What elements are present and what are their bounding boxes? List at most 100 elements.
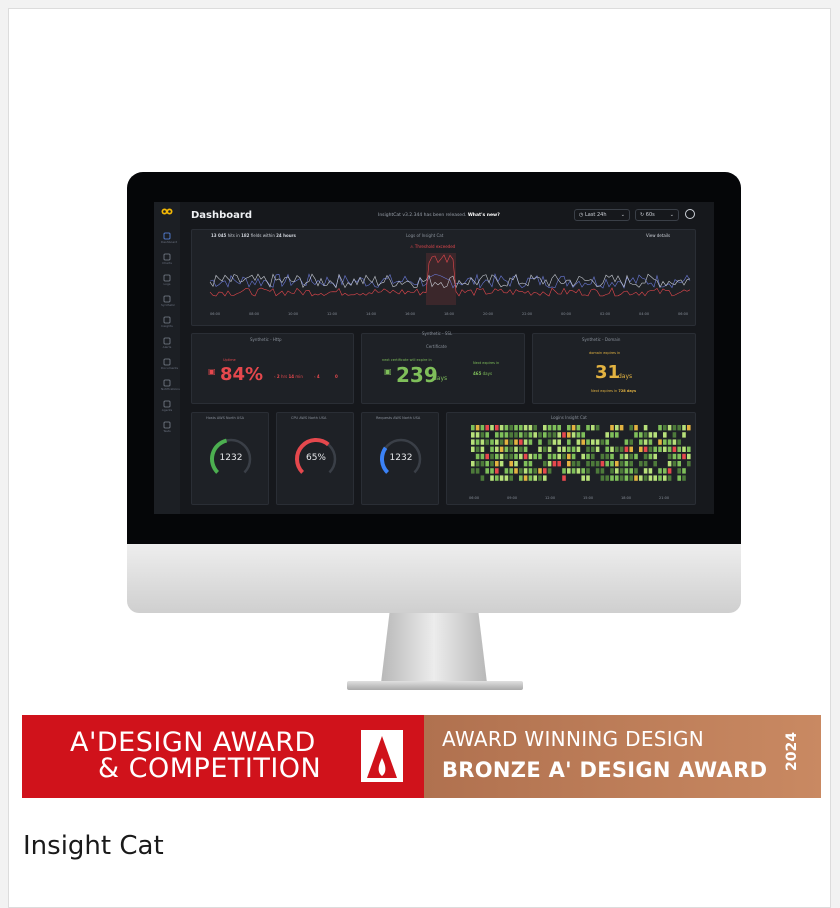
heatmap-cell [581,432,585,438]
heatmap-cell [667,446,672,452]
heatmap-cell [499,439,504,445]
x-tick-label: 20:00 [483,312,494,316]
heatmap-cell [504,475,509,481]
heatmap-cell [648,446,653,452]
heatmap-cell [653,453,657,460]
heatmap-cell [514,461,518,467]
next-value: 728 days [618,389,637,393]
heatmap-cell [615,461,619,467]
logo-icon [161,208,173,215]
sidebar-item[interactable]: Charts [161,253,173,265]
clock-icon: ◷ [579,212,584,218]
sidebar-item[interactable]: Notifications [161,379,180,391]
product-image: Dashboard Charts Logs Synthetic Insights Aler… [22,21,821,819]
heatmap-cell [615,446,619,452]
sidebar-item[interactable]: Synthetic [161,295,175,307]
heatmap-cell [543,446,547,452]
heatmap-cell [480,425,485,431]
heatmap-cell [682,453,686,460]
user-avatar-icon[interactable] [685,209,695,219]
sidebar-item[interactable]: Insights [161,316,173,328]
chevron-down-icon: ⌄ [669,212,674,218]
heatmap-cell [475,425,480,431]
heatmap-cell [586,461,590,467]
heatmap-cell [610,432,614,438]
heatmap-cell [557,425,561,431]
heatmap-cell [485,439,489,445]
heatmap-cell [528,453,533,460]
heatmap-cell [677,453,681,460]
sidebar-item[interactable]: Documents [161,358,178,370]
sidebar-item[interactable]: Alerts [161,337,173,349]
x-tick-label: 04:00 [639,312,650,316]
heatmap-cell [648,475,653,481]
heatmap-cell [619,461,624,467]
heatmap-cell [667,439,672,445]
heatmap-cell [504,432,509,438]
heatmap-cell [523,439,528,445]
heatmap-cell [648,468,653,474]
heatmap-cell [677,425,681,431]
heatmap-cell [490,461,494,467]
heatmap-cell [658,468,662,474]
heatmap-cell [509,468,513,474]
heatmap-cell [629,461,633,467]
x-tick-label: 10:00 [288,312,299,316]
heatmap-cell [653,475,657,481]
award-level-text: BRONZE A' DESIGN AWARD [442,758,768,782]
card: Dashboard Charts Logs Synthetic Insights Aler… [8,8,831,908]
heatmap-cell [653,432,657,438]
heatmap-cell [562,468,566,474]
heatmap-cell [663,468,667,474]
next-unit: days [482,371,493,376]
sidebar-item[interactable]: Tests [161,421,173,433]
heatmap-cell [547,468,552,474]
refresh-select[interactable]: ↻ 60s ⌄ [635,209,679,221]
heatmap-cell [591,425,595,431]
heatmap-cell [504,439,509,445]
domain-days-unit: days [618,373,633,380]
heatmap-x-tick: 09:00 [507,496,518,500]
heatmap-cell [571,446,576,452]
heatmap-cell [643,468,648,474]
heatmap-cell [495,425,499,431]
heatmap-cell [528,439,533,445]
heatmap-cell [667,468,672,474]
dashboard-screen: Dashboard Charts Logs Synthetic Insights Aler… [154,202,714,514]
x-tick-label: 12:00 [327,312,338,316]
heatmap-cell [595,425,600,431]
sidebar-item[interactable]: Dashboard [161,232,177,244]
heatmap-cell [547,461,552,467]
heatmap-cell [519,475,523,481]
heatmap-cell [514,432,518,438]
heatmap-cell [648,432,653,438]
whats-new-link[interactable]: What's new? [468,213,500,218]
ssl-days-unit: days [433,375,448,382]
nav-icon [163,379,171,387]
heatmap-cell [672,461,677,467]
time-range-select[interactable]: ◷ Last 24h ⌄ [574,209,630,221]
release-text: InsightCat v3.2.344 has been released. [378,213,467,218]
heatmap-cell [643,453,648,460]
heatmap-cell [514,425,518,431]
heatmap-cell [629,468,633,474]
domain-next: Next expires in 728 days [591,389,636,393]
ssl-title: Synthetic - SSL [422,331,453,336]
heatmap-cell [677,475,681,481]
heatmap-cell [658,475,662,481]
nav-icon [163,253,171,261]
heatmap-cell [533,425,537,431]
heatmap-cell [648,439,653,445]
heatmap-cell [499,425,504,431]
heatmap-cell [523,468,528,474]
heatmap-cell [648,453,653,460]
heatmap-cell [567,453,571,460]
heatmap-cell [533,432,537,438]
sidebar-item[interactable]: Logs [161,274,173,286]
heatmap-cell [538,453,542,460]
http-stat-4: 0 [335,374,338,379]
sidebar-item[interactable]: Agents [161,400,173,412]
heatmap-cell [490,425,494,431]
domain-title: Synthetic - Domain [582,337,621,342]
heatmap-cell [485,468,489,474]
